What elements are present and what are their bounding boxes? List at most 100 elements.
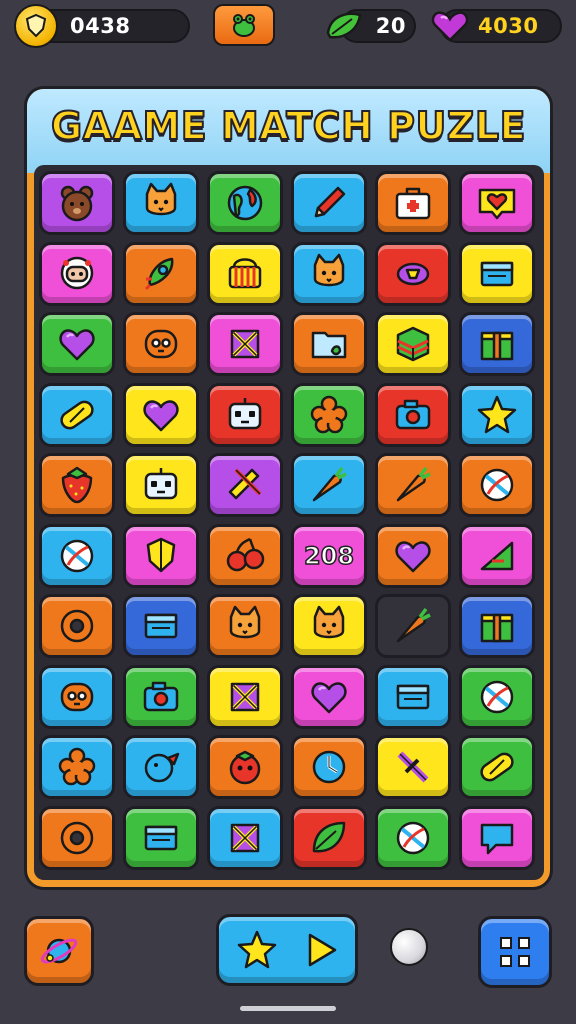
tile-robot[interactable] <box>123 453 199 517</box>
tile-folder[interactable] <box>291 312 367 376</box>
grid-button[interactable] <box>478 916 552 988</box>
tile-camera[interactable] <box>123 664 199 729</box>
basket-icon <box>228 257 262 288</box>
tile-ball[interactable] <box>375 805 451 870</box>
briefcase-icon <box>395 187 431 220</box>
tile-flower[interactable] <box>39 735 115 799</box>
box-icon <box>144 825 178 850</box>
tile-heart-sign[interactable] <box>459 171 535 235</box>
tile-candy[interactable] <box>375 241 451 306</box>
leaf-icon <box>324 6 364 46</box>
tile-clock[interactable] <box>291 735 367 799</box>
tile-leaf[interactable] <box>291 805 367 870</box>
tile-cube[interactable] <box>375 312 451 376</box>
tile-flower[interactable] <box>291 382 367 447</box>
frog-icon[interactable] <box>213 4 275 46</box>
donut-icon <box>60 609 94 643</box>
tile-face[interactable] <box>123 312 199 376</box>
strawberry-icon <box>61 466 93 504</box>
bear-icon <box>60 185 94 222</box>
tile-shield[interactable] <box>123 523 199 588</box>
ball-icon <box>480 680 514 713</box>
camera-icon <box>143 681 179 711</box>
tile-tomato[interactable] <box>207 735 283 799</box>
tile-gift[interactable] <box>459 594 535 658</box>
flower-icon <box>310 395 348 433</box>
tile-number[interactable]: 208 <box>291 523 367 588</box>
cat-icon <box>145 182 177 216</box>
candy-icon <box>396 262 430 285</box>
tile-box[interactable] <box>123 594 199 658</box>
tile-rocket[interactable] <box>123 241 199 306</box>
star-icon <box>477 395 517 433</box>
tile-cat[interactable] <box>291 241 367 306</box>
tile-cat[interactable] <box>207 594 283 658</box>
tile-pencil[interactable] <box>291 171 367 235</box>
cross-icon <box>230 823 260 852</box>
tomato-icon <box>229 750 261 785</box>
leaves-count: 20 <box>375 14 406 38</box>
tile-face[interactable] <box>39 664 115 729</box>
tile-carrot[interactable] <box>375 453 451 517</box>
tile-ball[interactable] <box>39 523 115 588</box>
tile-bear[interactable] <box>39 171 115 235</box>
tile-cat[interactable] <box>123 171 199 235</box>
tile-globe[interactable] <box>207 171 283 235</box>
tile-box[interactable] <box>459 241 535 306</box>
tile-donut[interactable] <box>39 594 115 658</box>
tile-cross[interactable] <box>207 312 283 376</box>
tile-cross[interactable] <box>207 664 283 729</box>
tile-robot[interactable] <box>207 382 283 447</box>
donut-icon <box>60 821 94 854</box>
tile-heart[interactable] <box>39 312 115 376</box>
tile-sword[interactable] <box>375 735 451 799</box>
ball-icon <box>396 821 430 854</box>
tile-heart[interactable] <box>375 523 451 588</box>
tile-gift[interactable] <box>459 312 535 376</box>
shield-icon[interactable] <box>14 4 58 48</box>
play-icon <box>308 933 337 967</box>
tile-capsule[interactable] <box>459 735 535 799</box>
tile-camera[interactable] <box>375 382 451 447</box>
globe-icon <box>227 185 263 221</box>
planet-icon <box>40 938 78 964</box>
tile-briefcase[interactable] <box>375 171 451 235</box>
tile-box[interactable] <box>123 805 199 870</box>
play-button[interactable] <box>216 914 358 986</box>
tile-grid: 208 <box>34 165 544 880</box>
tile-star[interactable] <box>459 382 535 447</box>
tile-donut[interactable] <box>39 805 115 870</box>
tile-box[interactable] <box>375 664 451 729</box>
tile-cherries[interactable] <box>207 523 283 588</box>
tile-basket[interactable] <box>207 241 283 306</box>
tile-astronaut[interactable] <box>39 241 115 306</box>
tile-tools[interactable] <box>207 453 283 517</box>
tile-capsule[interactable] <box>39 382 115 447</box>
tile-cross[interactable] <box>207 805 283 870</box>
heart-icon <box>395 540 431 572</box>
flower-icon <box>58 747 96 786</box>
planet-button[interactable] <box>24 916 94 986</box>
shield-icon <box>146 537 176 572</box>
astronaut-icon <box>60 256 94 289</box>
tile-carrot[interactable] <box>375 594 451 658</box>
tile-heart[interactable] <box>123 382 199 447</box>
camera-icon <box>395 399 431 429</box>
tile-heart[interactable] <box>291 664 367 729</box>
folder-icon <box>311 331 347 359</box>
gift-icon <box>480 331 514 361</box>
pearl-icon[interactable] <box>390 928 428 966</box>
tile-bird[interactable] <box>123 735 199 799</box>
tile-strawberry[interactable] <box>39 453 115 517</box>
tile-cat[interactable] <box>291 594 367 658</box>
tile-carrot[interactable] <box>291 453 367 517</box>
tile-triangle[interactable] <box>459 523 535 588</box>
cube-icon <box>396 326 430 362</box>
tile-ball[interactable] <box>459 453 535 517</box>
carrot-icon <box>312 466 347 502</box>
tile-ball[interactable] <box>459 664 535 729</box>
heart-icon <box>143 399 179 431</box>
bubble-icon <box>480 823 514 854</box>
tile-bubble[interactable] <box>459 805 535 870</box>
ball-icon <box>60 539 94 572</box>
